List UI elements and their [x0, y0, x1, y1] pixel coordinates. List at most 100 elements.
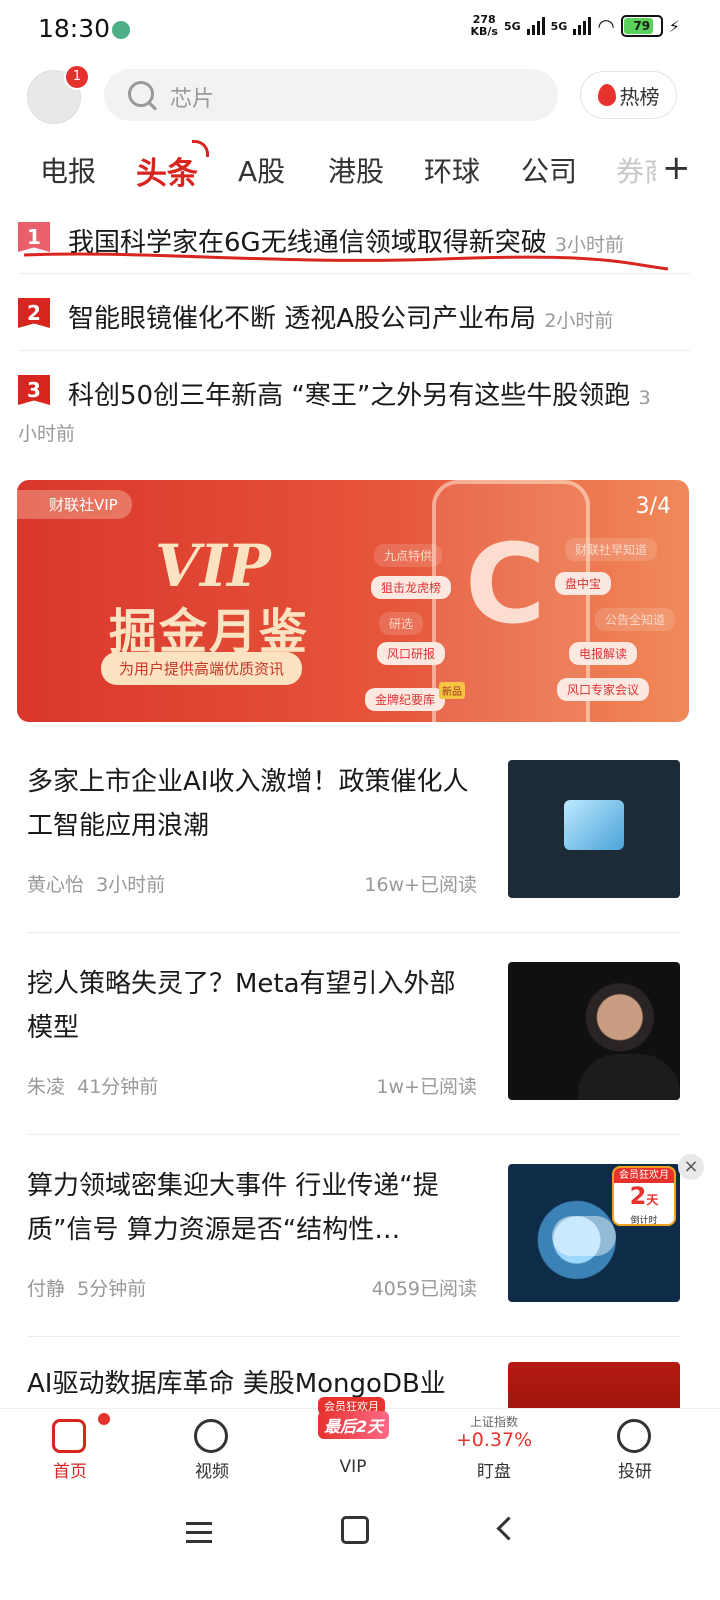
- hot-item-time-cont: 小时前: [18, 423, 76, 445]
- home-square-icon[interactable]: [341, 1516, 369, 1544]
- tab-company[interactable]: 公司: [521, 150, 577, 190]
- nav-home-label: 首页: [53, 1462, 87, 1482]
- status-icons: 278 KB/s 5G 5G ◠ 79 ⚡: [470, 13, 680, 39]
- banner-chip: 财联社早知道: [565, 538, 658, 561]
- tab-global[interactable]: 环球: [424, 150, 480, 190]
- notification-badge: 1: [64, 64, 90, 90]
- nav-research[interactable]: 投研: [575, 1409, 695, 1503]
- article-time: 5分钟前: [77, 1278, 147, 1300]
- charging-icon: ⚡: [668, 16, 680, 36]
- tab-toutiao[interactable]: 头条: [136, 148, 198, 193]
- divider: [18, 350, 690, 351]
- home-icon: [52, 1419, 86, 1453]
- signal-icon-2: [573, 17, 592, 35]
- banner-brand: 财联社VIP: [17, 490, 132, 519]
- article-thumbnail: [508, 1362, 680, 1408]
- unread-dot: [98, 1413, 110, 1425]
- search-placeholder: 芯片: [170, 87, 215, 112]
- vip-badge-main: 最后2天: [318, 1411, 390, 1439]
- hot-item-title: 智能眼镜催化不断 透视A股公司产业布局: [68, 304, 537, 334]
- article-title: 算力领域密集迎大事件 行业传递“提质”信号 算力资源是否“结构性…: [27, 1171, 439, 1245]
- promo-footer: 倒计时: [630, 1216, 658, 1226]
- article-card[interactable]: 多家上市企业AI收入激增！政策催化人工智能应用浪潮 黄心怡 3小时前 16w+已…: [27, 760, 681, 900]
- promo-countdown-badge[interactable]: 会员狂欢月 2天 倒计时: [612, 1158, 676, 1226]
- nav-video[interactable]: 视频: [152, 1409, 272, 1503]
- article-title: 多家上市企业AI收入激增！政策催化人工智能应用浪潮: [27, 767, 469, 841]
- banner-chip: 电报解读: [569, 642, 638, 665]
- tab-brokers[interactable]: 券商: [616, 150, 656, 190]
- sim1-network-label: 5G: [503, 19, 521, 33]
- hot-item-time: 3: [638, 387, 651, 409]
- banner-chip: 风口研报: [377, 642, 446, 665]
- article-card[interactable]: 挖人策略失灵了？Meta有望引入外部模型 朱凌 41分钟前 1w+已阅读: [27, 962, 681, 1102]
- hot-list-button[interactable]: 热榜: [580, 71, 677, 119]
- list-item[interactable]: 3 科创50创三年新高 “寒王”之外另有这些牛股领跑 3 小时前: [18, 375, 690, 445]
- app-status-icon: [112, 21, 130, 39]
- banner-chip: 金牌纪要库: [365, 682, 466, 711]
- search-icon: [128, 81, 154, 107]
- menu-icon[interactable]: [186, 1516, 212, 1549]
- divider: [27, 932, 681, 933]
- cls-logo-icon: C: [465, 520, 546, 648]
- article-author: 付静: [27, 1278, 66, 1300]
- nav-home[interactable]: 首页: [10, 1409, 130, 1503]
- nav-video-label: 视频: [195, 1462, 229, 1482]
- back-icon[interactable]: [496, 1516, 521, 1541]
- promo-header: 会员狂欢月: [614, 1168, 674, 1183]
- banner-chip: 盘中宝: [555, 572, 612, 595]
- banner-pill: 为用户提供高端优质资讯: [101, 652, 303, 685]
- vip-banner[interactable]: 财联社VIP VIP 掘金月鉴 为用户提供高端优质资讯 C 九点特供 狙击龙虎榜…: [17, 480, 689, 722]
- hot-item-title: 科创50创三年新高 “寒王”之外另有这些牛股领跑: [68, 381, 631, 411]
- banner-chip: 研选: [379, 612, 424, 635]
- tab-hk-shares[interactable]: 港股: [328, 150, 384, 190]
- index-name: 上证指数: [469, 1415, 518, 1429]
- chart-icon: [617, 1419, 651, 1453]
- article-title: AI驱动数据库革命 美股MongoDB业: [27, 1369, 446, 1399]
- promo-number: 2: [629, 1182, 647, 1210]
- banner-counter: 3/4: [635, 494, 671, 519]
- article-reads: 1w+已阅读: [376, 1076, 477, 1098]
- sim2-network-label: 5G: [550, 19, 568, 33]
- article-time: 3小时前: [96, 874, 166, 896]
- hot-item-time: 2小时前: [544, 310, 614, 332]
- top-bar: 1 芯片 热榜: [0, 64, 720, 128]
- clock: 18:30: [38, 14, 111, 43]
- search-input[interactable]: 芯片: [104, 69, 558, 121]
- banner-chip: 风口专家会议: [557, 678, 650, 701]
- article-author: 黄心怡: [27, 874, 85, 896]
- wifi-icon: ◠: [597, 14, 615, 38]
- close-icon[interactable]: ×: [678, 1154, 704, 1180]
- divider: [27, 1134, 681, 1135]
- article-time: 41分钟前: [77, 1076, 159, 1098]
- handwritten-underline: [23, 252, 669, 271]
- play-icon: [194, 1419, 228, 1453]
- article-title: 挖人策略失灵了？Meta有望引入外部模型: [27, 969, 456, 1043]
- banner-chip: 公告全知道: [595, 608, 676, 631]
- hot-list-label: 热榜: [619, 84, 660, 109]
- add-tab-icon[interactable]: +: [662, 148, 691, 188]
- tab-dianbao[interactable]: 电报: [40, 150, 96, 190]
- article-card[interactable]: 算力领域密集迎大事件 行业传递“提质”信号 算力资源是否“结构性… 付静 5分钟…: [27, 1164, 681, 1304]
- banner-chip: 九点特供: [374, 544, 443, 567]
- nav-vip-label: VIP: [339, 1457, 367, 1477]
- category-tabs: 电报 头条 A股 港股 环球 公司 券商: [0, 138, 720, 200]
- rank-badge: 3: [18, 375, 50, 405]
- promo-unit: 天: [646, 1193, 659, 1207]
- flame-icon: [597, 84, 616, 106]
- net-speed: 278 KB/s: [470, 13, 498, 38]
- list-item[interactable]: 2 智能眼镜催化不断 透视A股公司产业布局 2小时前: [18, 298, 690, 342]
- signal-icon: [526, 17, 545, 35]
- nav-watch[interactable]: 上证指数 +0.37% 盯盘: [434, 1409, 554, 1503]
- vip-promo-badge: 会员狂欢月 最后2天: [318, 1397, 398, 1439]
- article-reads: 4059已阅读: [371, 1278, 477, 1300]
- nav-research-label: 投研: [618, 1462, 652, 1482]
- status-bar: 18:30 278 KB/s 5G 5G ◠ 79 ⚡: [0, 0, 720, 62]
- tab-a-shares[interactable]: A股: [238, 150, 285, 190]
- article-author: 朱凌: [27, 1076, 66, 1098]
- article-thumbnail: [508, 962, 680, 1100]
- divider: [27, 1336, 681, 1337]
- banner-headline: VIP: [155, 532, 271, 600]
- nav-watch-label: 盯盘: [477, 1462, 511, 1482]
- divider: [18, 273, 690, 274]
- battery-icon: 79: [620, 15, 663, 37]
